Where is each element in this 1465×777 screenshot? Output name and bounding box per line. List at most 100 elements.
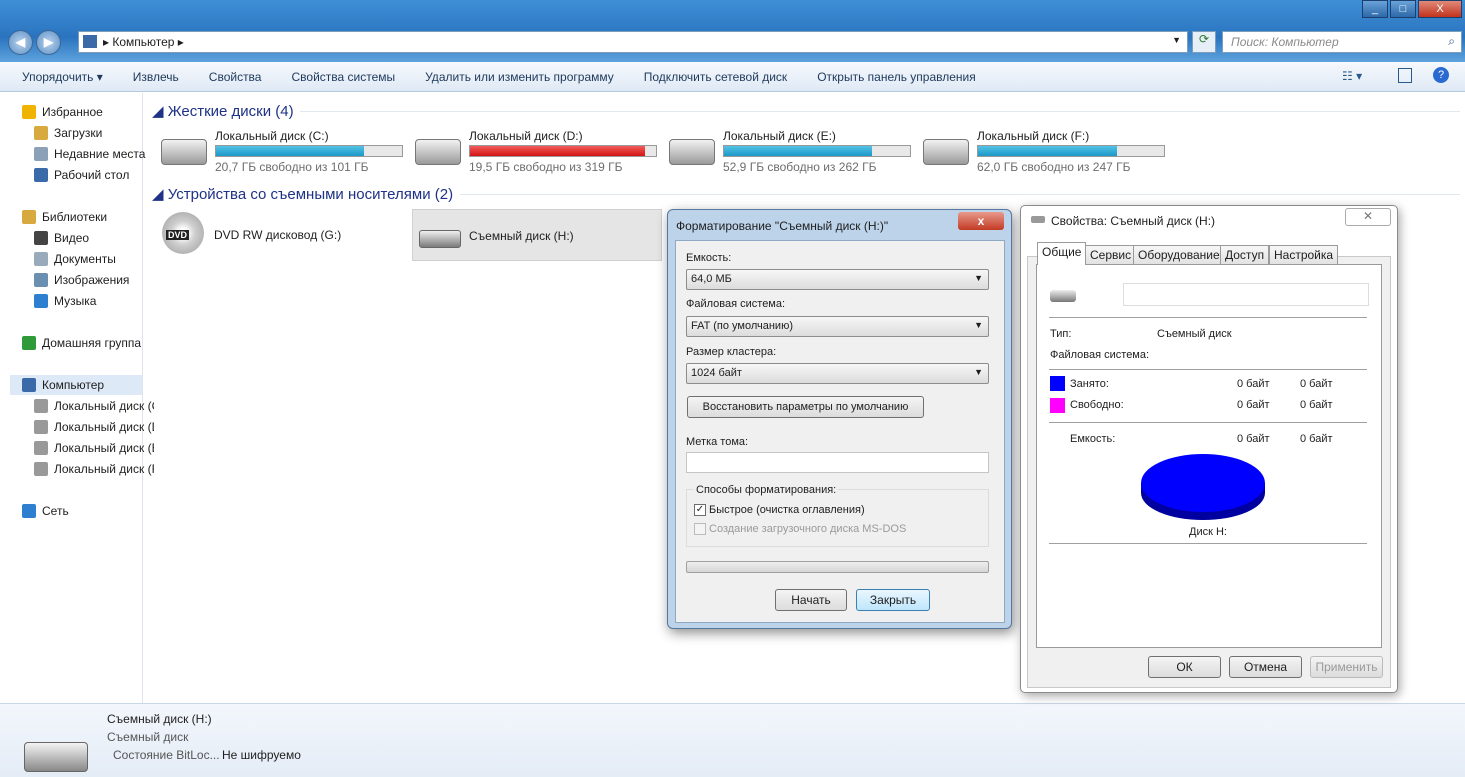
computer-icon: [22, 378, 36, 392]
tab-hardware[interactable]: Оборудование: [1133, 245, 1225, 264]
volume-label-input[interactable]: [686, 452, 989, 473]
refresh-icon[interactable]: ⟳: [1192, 31, 1216, 53]
capacity-label: Емкость:: [686, 252, 732, 264]
hard-drive-icon: [669, 139, 715, 165]
hard-drive-item[interactable]: Локальный диск (D:) 19,5 ГБ свободно из …: [415, 129, 665, 179]
restore-defaults-button[interactable]: Восстановить параметры по умолчанию: [687, 396, 924, 418]
drive-usage-fill: [724, 146, 873, 156]
close-button[interactable]: x: [958, 212, 1004, 230]
sidebar-item-label: Локальный диск (D:): [54, 420, 154, 434]
quick-format-checkbox[interactable]: ✓: [694, 504, 706, 516]
removable-drive-item[interactable]: Съемный диск (H:): [412, 209, 662, 261]
sidebar-item[interactable]: Компьютер: [10, 375, 142, 395]
uninstall-program-button[interactable]: Удалить или изменить программу: [410, 70, 629, 84]
sidebar-item[interactable]: Документы: [34, 249, 154, 269]
breadcrumb-computer[interactable]: Компьютер: [112, 35, 174, 49]
title-bar: _ □ X ◀ ▶ ▸ Компьютер ▸ ▼ ⟳ Поиск: Компь…: [0, 0, 1465, 62]
system-properties-button[interactable]: Свойства системы: [276, 70, 410, 84]
view-options-icon[interactable]: ☷ ▾: [1342, 69, 1362, 83]
sidebar-item-label: Локальный диск (F:): [54, 462, 154, 476]
tab-sharing[interactable]: Доступ: [1220, 245, 1270, 264]
sidebar-item[interactable]: Локальный диск (F:): [34, 459, 154, 479]
apply-button[interactable]: Применить: [1310, 656, 1383, 678]
star-icon: [22, 105, 36, 119]
used-label: Занято:: [1070, 378, 1109, 390]
sidebar-item[interactable]: Рабочий стол: [34, 165, 154, 185]
dvd-drive-item[interactable]: DVD DVD RW дисковод (G:): [160, 212, 410, 262]
tab-customize[interactable]: Настройка: [1269, 245, 1339, 264]
hard-drive-item[interactable]: Локальный диск (E:) 52,9 ГБ свободно из …: [669, 129, 919, 179]
eject-button[interactable]: Извлечь: [118, 70, 194, 84]
organize-button[interactable]: Упорядочить ▾: [0, 70, 118, 84]
sidebar-item-label: Недавние места: [54, 147, 146, 161]
msdos-label: Создание загрузочного диска MS-DOS: [709, 523, 907, 535]
sidebar-item[interactable]: Загрузки: [34, 123, 154, 143]
sidebar-item[interactable]: Домашняя группа: [22, 333, 142, 353]
music-icon: [34, 294, 48, 308]
properties-button[interactable]: Свойства: [194, 70, 277, 84]
chevron-down-icon: ▼: [974, 273, 983, 283]
hard-drive-item[interactable]: Локальный диск (C:) 20,7 ГБ свободно из …: [161, 129, 411, 179]
minimize-button[interactable]: _: [1362, 0, 1388, 18]
volume-label-label: Метка тома:: [686, 436, 749, 448]
close-button[interactable]: X: [1418, 0, 1462, 18]
drive-icon: [34, 420, 48, 434]
drive-usage-bar: [723, 145, 911, 157]
group-hard-disks[interactable]: ◢ Жесткие диски (4): [152, 102, 294, 120]
sidebar-item[interactable]: Видео: [34, 228, 154, 248]
drive-usage-bar: [977, 145, 1165, 157]
chevron-down-icon: ▼: [974, 367, 983, 377]
drive-name-input[interactable]: [1123, 283, 1369, 306]
sidebar-item[interactable]: Недавние места: [34, 144, 154, 164]
drive-usage-bar: [215, 145, 403, 157]
msdos-checkbox[interactable]: [694, 523, 706, 535]
tab-service[interactable]: Сервис: [1085, 245, 1137, 264]
filesystem-select[interactable]: FAT (по умолчанию) ▼: [686, 316, 989, 337]
help-icon[interactable]: ?: [1433, 67, 1449, 83]
cluster-label: Размер кластера:: [686, 346, 777, 358]
tab-general[interactable]: Общие: [1037, 242, 1087, 265]
forward-button[interactable]: ▶: [36, 30, 61, 55]
ok-button[interactable]: ОК: [1148, 656, 1221, 678]
hard-drive-icon: [161, 139, 207, 165]
quick-format-label: Быстрое (очистка оглавления): [709, 504, 865, 516]
sidebar-item[interactable]: Избранное: [22, 102, 142, 122]
cluster-select[interactable]: 1024 байт ▼: [686, 363, 989, 384]
details-name: Съемный диск (H:): [107, 712, 212, 726]
sidebar-item[interactable]: Сеть: [22, 501, 142, 521]
back-button[interactable]: ◀: [8, 30, 33, 55]
drive-free-space: 52,9 ГБ свободно из 262 ГБ: [723, 160, 877, 174]
close-dialog-button[interactable]: Закрыть: [856, 589, 930, 611]
group-removable[interactable]: ◢ Устройства со съемными носителями (2): [152, 185, 453, 203]
usb-drive-icon: [24, 742, 88, 772]
preview-pane-icon[interactable]: [1398, 68, 1412, 83]
sidebar-item-label: Локальный диск (E:): [54, 441, 154, 455]
address-bar[interactable]: ▸ Компьютер ▸ ▼: [78, 31, 1188, 53]
drive-icon: [34, 462, 48, 476]
sidebar-item-label: Загрузки: [54, 126, 103, 140]
capacity-select[interactable]: 64,0 МБ ▼: [686, 269, 989, 290]
address-dropdown-icon[interactable]: ▼: [1172, 35, 1181, 45]
cancel-button[interactable]: Отмена: [1229, 656, 1302, 678]
maximize-button[interactable]: □: [1390, 0, 1416, 18]
sidebar-item-label: Музыка: [54, 294, 97, 308]
sidebar-item-label: Видео: [54, 231, 90, 245]
free-label: Свободно:: [1070, 399, 1124, 411]
sidebar-item[interactable]: Изображения: [34, 270, 154, 290]
search-input[interactable]: Поиск: Компьютер ⌕: [1222, 31, 1462, 53]
close-button[interactable]: ✕: [1345, 208, 1391, 226]
start-button[interactable]: Начать: [775, 589, 847, 611]
sidebar-item[interactable]: Локальный диск (E:): [34, 438, 154, 458]
navigation-pane: Избранное Загрузки Недавние места Рабочий с…: [0, 93, 154, 703]
capacity-bytes: 0 байт: [1237, 433, 1270, 445]
desktop-icon: [34, 168, 48, 182]
sidebar-item[interactable]: Музыка: [34, 291, 154, 311]
drive-usage-fill: [470, 146, 645, 156]
hard-drive-item[interactable]: Локальный диск (F:) 62,0 ГБ свободно из …: [923, 129, 1173, 179]
sidebar-item[interactable]: Локальный диск (D:): [34, 417, 154, 437]
sidebar-item[interactable]: Библиотеки: [22, 207, 142, 227]
sidebar-item[interactable]: Локальный диск (C:): [34, 396, 154, 416]
capacity-size: 0 байт: [1300, 433, 1333, 445]
control-panel-button[interactable]: Открыть панель управления: [802, 70, 991, 84]
map-network-drive-button[interactable]: Подключить сетевой диск: [629, 70, 802, 84]
